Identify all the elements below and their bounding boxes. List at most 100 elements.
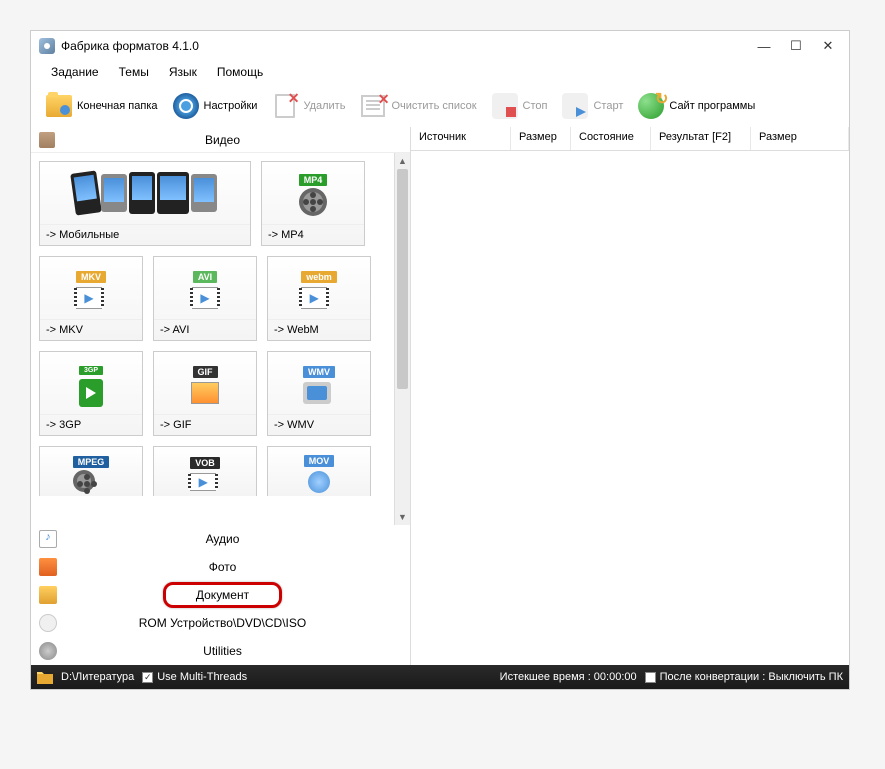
col-source[interactable]: Источник bbox=[411, 127, 511, 150]
format-webm[interactable]: webm▶ -> WebM bbox=[267, 256, 371, 341]
file-list-body[interactable] bbox=[411, 151, 849, 665]
scroll-down-icon[interactable]: ▼ bbox=[395, 509, 410, 525]
format-scrollbar[interactable]: ▲ ▼ bbox=[394, 153, 410, 525]
format-mkv[interactable]: MKV▶ -> MKV bbox=[39, 256, 143, 341]
webm-badge: webm bbox=[301, 271, 337, 283]
status-bar: D:\Литература ✓ Use Multi-Threads Истекш… bbox=[31, 665, 849, 689]
3gp-icon: 3GP bbox=[40, 352, 142, 414]
rom-icon bbox=[39, 614, 57, 632]
format-mpeg[interactable]: MPEG bbox=[39, 446, 143, 496]
checkbox-unchecked-icon bbox=[645, 672, 656, 683]
after-conversion-checkbox[interactable]: После конвертации : Выключить ПК bbox=[645, 671, 843, 683]
stop-label: Стоп bbox=[523, 100, 548, 112]
col-result[interactable]: Результат [F2] bbox=[651, 127, 751, 150]
folder-icon bbox=[45, 92, 73, 120]
mkv-badge: MKV bbox=[76, 271, 106, 283]
minimize-button[interactable]: — bbox=[757, 39, 771, 53]
vob-badge: VOB bbox=[190, 457, 220, 469]
checkbox-checked-icon: ✓ bbox=[142, 672, 153, 683]
clear-list-label: Очистить список bbox=[391, 100, 476, 112]
stop-icon bbox=[491, 92, 519, 120]
mkv-icon: MKV▶ bbox=[40, 257, 142, 319]
content-area: Видео -> Мобильные bbox=[31, 127, 849, 665]
format-wmv[interactable]: WMV -> WMV bbox=[267, 351, 371, 436]
video-icon bbox=[39, 132, 55, 148]
3gp-badge: 3GP bbox=[79, 366, 103, 375]
menu-language[interactable]: Язык bbox=[159, 63, 207, 83]
format-3gp-label: -> 3GP bbox=[40, 414, 142, 435]
format-gif-label: -> GIF bbox=[154, 414, 256, 435]
wmv-icon: WMV bbox=[268, 352, 370, 414]
vob-icon: VOB▶ bbox=[154, 447, 256, 496]
close-button[interactable]: ✕ bbox=[821, 39, 835, 53]
category-video-label: Видео bbox=[63, 133, 402, 147]
col-size2[interactable]: Размер bbox=[751, 127, 849, 150]
format-mkv-label: -> MKV bbox=[40, 319, 142, 340]
window-title: Фабрика форматов 4.1.0 bbox=[61, 39, 757, 53]
main-panel: Источник Размер Состояние Результат [F2]… bbox=[411, 127, 849, 665]
status-folder-icon bbox=[37, 670, 53, 684]
settings-label: Настройки bbox=[204, 100, 258, 112]
menu-help[interactable]: Помощь bbox=[207, 63, 273, 83]
avi-badge: AVI bbox=[193, 271, 217, 283]
col-state[interactable]: Состояние bbox=[571, 127, 651, 150]
category-utilities[interactable]: Utilities bbox=[31, 637, 410, 665]
multithreads-checkbox[interactable]: ✓ Use Multi-Threads bbox=[142, 671, 247, 683]
category-audio-label: Аудио bbox=[67, 532, 402, 546]
photo-icon bbox=[39, 558, 57, 576]
start-icon bbox=[561, 92, 589, 120]
maximize-button[interactable]: ☐ bbox=[789, 39, 803, 53]
site-button[interactable]: Сайт программы bbox=[631, 90, 761, 122]
delete-button[interactable]: Удалить bbox=[265, 90, 351, 122]
category-photo-label: Фото bbox=[67, 560, 402, 574]
format-mp4[interactable]: MP4 -> MP4 bbox=[261, 161, 365, 246]
category-document-label: Документ bbox=[163, 582, 282, 608]
settings-button[interactable]: Настройки bbox=[166, 90, 264, 122]
menu-task[interactable]: Задание bbox=[41, 63, 109, 83]
utilities-icon bbox=[39, 642, 57, 660]
gif-badge: GIF bbox=[193, 366, 218, 378]
format-avi[interactable]: AVI▶ -> AVI bbox=[153, 256, 257, 341]
window-controls: — ☐ ✕ bbox=[757, 39, 841, 53]
clear-list-icon bbox=[359, 92, 387, 120]
elapsed-time: Истекшее время : 00:00:00 bbox=[500, 671, 637, 683]
category-sidebar: Видео -> Мобильные bbox=[31, 127, 411, 665]
clear-list-button[interactable]: Очистить список bbox=[353, 90, 482, 122]
format-vob[interactable]: VOB▶ bbox=[153, 446, 257, 496]
avi-icon: AVI▶ bbox=[154, 257, 256, 319]
scroll-thumb[interactable] bbox=[397, 169, 408, 389]
menu-bar: Задание Темы Язык Помощь bbox=[31, 61, 849, 85]
app-window: Фабрика форматов 4.1.0 — ☐ ✕ Задание Тем… bbox=[30, 30, 850, 690]
mov-badge: MOV bbox=[304, 455, 335, 467]
format-gif[interactable]: GIF -> GIF bbox=[153, 351, 257, 436]
format-webm-label: -> WebM bbox=[268, 319, 370, 340]
status-path[interactable]: D:\Литература bbox=[61, 671, 134, 683]
category-video-header[interactable]: Видео bbox=[31, 127, 410, 153]
webm-icon: webm▶ bbox=[268, 257, 370, 319]
category-rom[interactable]: ROM Устройство\DVD\CD\ISO bbox=[31, 609, 410, 637]
stop-button[interactable]: Стоп bbox=[485, 90, 554, 122]
category-audio[interactable]: Аудио bbox=[31, 525, 410, 553]
file-list-header: Источник Размер Состояние Результат [F2]… bbox=[411, 127, 849, 151]
format-mobile[interactable]: -> Мобильные bbox=[39, 161, 251, 246]
mp4-badge: MP4 bbox=[299, 174, 328, 186]
delete-label: Удалить bbox=[303, 100, 345, 112]
format-3gp[interactable]: 3GP -> 3GP bbox=[39, 351, 143, 436]
start-button[interactable]: Старт bbox=[555, 90, 629, 122]
category-document[interactable]: Документ bbox=[31, 581, 410, 609]
format-area: -> Мобильные MP4 -> MP4 bbox=[31, 153, 410, 525]
title-bar: Фабрика форматов 4.1.0 — ☐ ✕ bbox=[31, 31, 849, 61]
toolbar: Конечная папка Настройки Удалить Очистит… bbox=[31, 85, 849, 127]
site-label: Сайт программы bbox=[669, 100, 755, 112]
category-photo[interactable]: Фото bbox=[31, 553, 410, 581]
col-size[interactable]: Размер bbox=[511, 127, 571, 150]
format-avi-label: -> AVI bbox=[154, 319, 256, 340]
menu-themes[interactable]: Темы bbox=[109, 63, 159, 83]
category-rom-label: ROM Устройство\DVD\CD\ISO bbox=[67, 616, 402, 630]
scroll-up-icon[interactable]: ▲ bbox=[395, 153, 410, 169]
mpeg-badge: MPEG bbox=[73, 456, 110, 468]
format-mov[interactable]: MOV bbox=[267, 446, 371, 496]
format-wmv-label: -> WMV bbox=[268, 414, 370, 435]
output-folder-button[interactable]: Конечная папка bbox=[39, 90, 164, 122]
format-mp4-label: -> MP4 bbox=[262, 224, 364, 245]
